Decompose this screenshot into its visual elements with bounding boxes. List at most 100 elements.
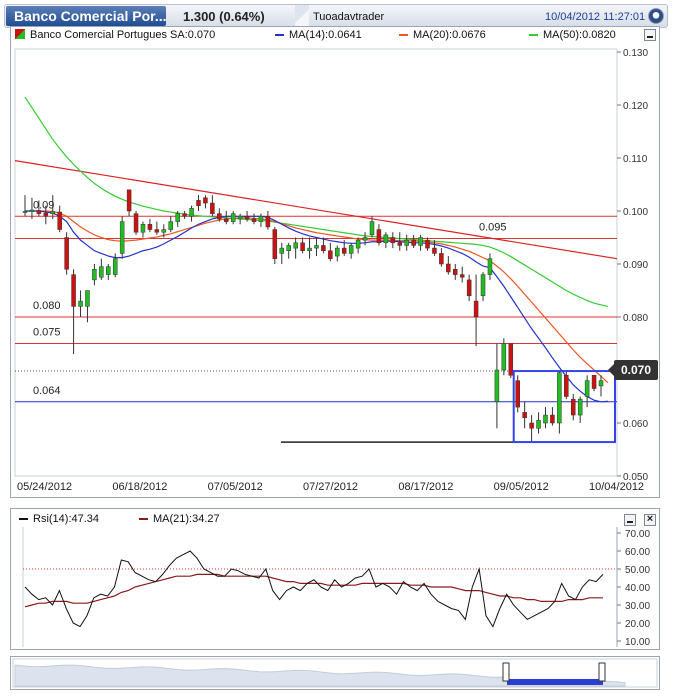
x-tick-label: 10/04/2012 [589,481,644,493]
candle-body [265,216,271,228]
candle-body [175,213,180,222]
y-tick-label: 0.110 [623,154,648,165]
candle-body [251,218,257,222]
candle-body [459,274,465,278]
candle-body [550,414,555,424]
candle-body [154,229,160,233]
navigator-panel[interactable] [10,656,660,690]
candle-body [133,213,139,233]
candle-body [362,237,368,241]
level-label: 0.095 [479,222,507,234]
candle-body [591,375,597,389]
candle-body [272,229,278,259]
candle-body [404,239,409,246]
candle-body [161,229,167,233]
candle-body [307,247,312,252]
level-label: 0.064 [33,385,61,397]
level-label: 0.080 [33,300,61,312]
candle-body [369,221,375,236]
candle-body [411,239,416,246]
candle-body [85,290,90,307]
navigator-selection [507,679,603,685]
y-tick-label: 0.090 [623,260,648,271]
candle-body [335,247,340,257]
last-price-badge: 0.070 [608,360,658,380]
candle-body [487,258,493,275]
navigator-chart[interactable] [11,657,659,689]
candle-body [418,237,423,246]
navigator-right-handle [598,662,606,682]
navigator-left-handle [502,662,510,682]
candle-body [258,216,264,222]
candle-body [119,221,125,254]
candle-body [293,242,298,249]
candle-body [57,211,62,230]
candle-body [390,237,396,244]
candle-body [71,274,76,307]
candle-body [286,245,291,251]
candle-body [279,247,285,254]
candle-body [473,300,479,318]
title-bar: Banco Comercial Por... 1.300 (0.64%) Tuo… [4,4,668,28]
candle-body [29,209,35,212]
candle-body [564,375,569,397]
rsi-panel: Rsi(14):47.34 MA(21):34.27 × 70.00 60.00 5… [10,508,660,650]
candle-body [237,216,243,220]
candle-body [501,343,507,371]
candle-body [376,229,382,244]
price-change: 1.300 (0.64%) [183,9,265,24]
price-chart[interactable]: 0.130 0.120 0.110 0.100 0.090 0.080 0.070 0.060… [11,27,659,497]
rsi-tick-label: 30.00 [625,601,650,612]
candle-body [425,239,430,249]
x-tick-label: 08/17/2012 [398,481,453,493]
candle-body [230,213,236,222]
candle-body [515,380,520,408]
candle-body [217,213,222,220]
datetime: 10/04/2012 11:27:01 [545,11,646,23]
candle-body [446,263,451,273]
candle-body [112,258,118,275]
level-label: 0.075 [33,327,61,339]
candle-body [189,208,194,217]
candle-body [508,343,514,376]
candle-body [126,189,132,212]
candle-body [203,197,208,204]
candle-body [22,211,28,213]
candle-body [106,266,111,275]
candle-body [570,398,576,416]
symbol-tab[interactable]: Banco Comercial Por... [6,6,166,26]
candle-body [341,247,347,254]
candle-body [244,216,250,220]
candle-body [224,218,229,222]
candle-body [522,412,527,418]
candle-body [584,380,590,397]
candle-body [182,213,187,217]
rsi-tick-label: 20.00 [625,619,650,630]
x-tick-label: 07/27/2012 [303,481,358,493]
record-icon[interactable] [648,8,664,24]
candle-body [453,269,458,275]
candle-body [432,247,437,254]
candle-body [314,245,319,249]
rsi-tick-label: 60.00 [625,547,650,558]
plot-area [14,48,618,477]
candle-body [598,380,604,387]
candle-body [300,242,305,252]
rsi-tick-label: 10.00 [625,637,650,648]
x-tick-label: 07/05/2012 [208,481,263,493]
candle-body [529,422,534,429]
candle-body [439,253,444,265]
candle-body [147,224,153,230]
candle-body [50,211,56,214]
candle-body [480,274,486,297]
candle-body [321,245,326,251]
username: Tuoadavtrader [313,11,385,23]
candle-body [397,242,402,246]
rsi-chart[interactable]: 70.00 60.00 50.00 40.00 30.00 20.00 10.00 [11,509,659,649]
candle-body [210,202,215,214]
tab-divider-icon [295,5,309,27]
candle-body [140,224,146,233]
candle-body [577,398,583,416]
candle-body [536,420,541,429]
candle-body [328,250,333,259]
